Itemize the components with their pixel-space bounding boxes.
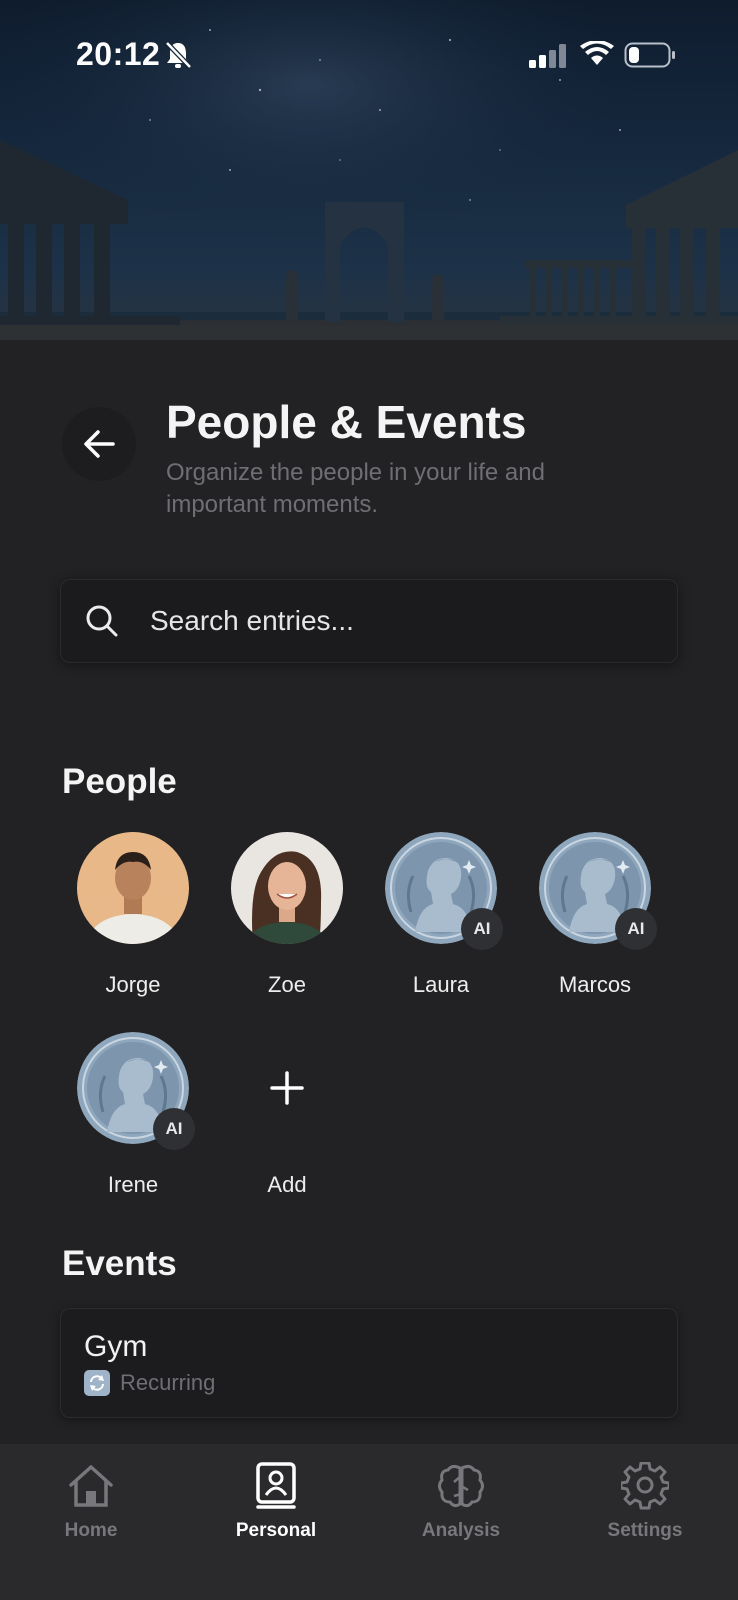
recurring-icon xyxy=(84,1370,110,1396)
event-card[interactable]: Gym Recurring xyxy=(60,1308,678,1418)
tab-label: Settings xyxy=(607,1520,683,1541)
events-section-title: Events xyxy=(62,1244,177,1283)
people-section-title: People xyxy=(62,762,177,801)
search-bar[interactable] xyxy=(60,579,678,663)
tab-settings[interactable]: Settings xyxy=(570,1458,720,1542)
person-irene[interactable]: AI Irene xyxy=(68,1032,198,1198)
ai-badge: AI xyxy=(615,908,657,950)
add-person-button[interactable]: Add xyxy=(222,1032,352,1198)
contact-book-icon xyxy=(201,1458,351,1514)
status-time: 20:12 xyxy=(76,36,161,72)
page-title: People & Events xyxy=(166,396,527,448)
home-icon xyxy=(16,1458,166,1514)
arrow-left-icon xyxy=(84,430,115,458)
event-meta: Recurring xyxy=(84,1370,215,1396)
event-title: Gym xyxy=(84,1330,148,1363)
plus-icon xyxy=(270,1071,304,1105)
avatar: AI xyxy=(77,1032,195,1150)
avatar: AI xyxy=(539,832,657,950)
ai-badge: AI xyxy=(153,1108,195,1150)
search-icon xyxy=(84,603,120,644)
gear-icon xyxy=(570,1458,720,1514)
avatar xyxy=(77,832,189,944)
avatar: AI xyxy=(385,832,503,950)
bottom-tab-bar: Home Personal Analysis Settings xyxy=(0,1444,738,1600)
person-name: Jorge xyxy=(105,972,161,997)
person-zoe[interactable]: Zoe xyxy=(222,832,352,998)
person-name: Marcos xyxy=(558,972,632,997)
brain-icon xyxy=(386,1458,536,1514)
person-marcos[interactable]: AI Marcos xyxy=(530,832,660,998)
person-laura[interactable]: AI Laura xyxy=(376,832,506,998)
status-bar: 20:12 xyxy=(0,34,738,74)
person-name: Zoe xyxy=(268,972,306,997)
tab-label: Analysis xyxy=(421,1520,501,1541)
event-recurrence-label: Recurring xyxy=(120,1370,216,1395)
person-photo-icon xyxy=(77,832,189,944)
person-photo-icon xyxy=(231,832,343,944)
person-jorge[interactable]: Jorge xyxy=(68,832,198,998)
tab-label: Home xyxy=(64,1520,118,1541)
page-subtitle: Organize the people in your life and imp… xyxy=(166,459,545,518)
person-name: Irene xyxy=(107,1172,159,1197)
tab-analysis[interactable]: Analysis xyxy=(386,1458,536,1542)
hero-banner-image: 20:12 xyxy=(0,0,738,340)
ai-badge: AI xyxy=(461,908,503,950)
add-person-label: Add xyxy=(267,1172,307,1197)
avatar xyxy=(231,832,343,944)
tab-home[interactable]: Home xyxy=(16,1458,166,1542)
person-name: Laura xyxy=(412,972,470,997)
tab-personal[interactable]: Personal xyxy=(201,1458,351,1542)
search-input[interactable] xyxy=(150,579,650,663)
back-button[interactable] xyxy=(62,407,136,481)
tab-label: Personal xyxy=(235,1520,317,1541)
add-avatar-slot xyxy=(231,1032,343,1144)
